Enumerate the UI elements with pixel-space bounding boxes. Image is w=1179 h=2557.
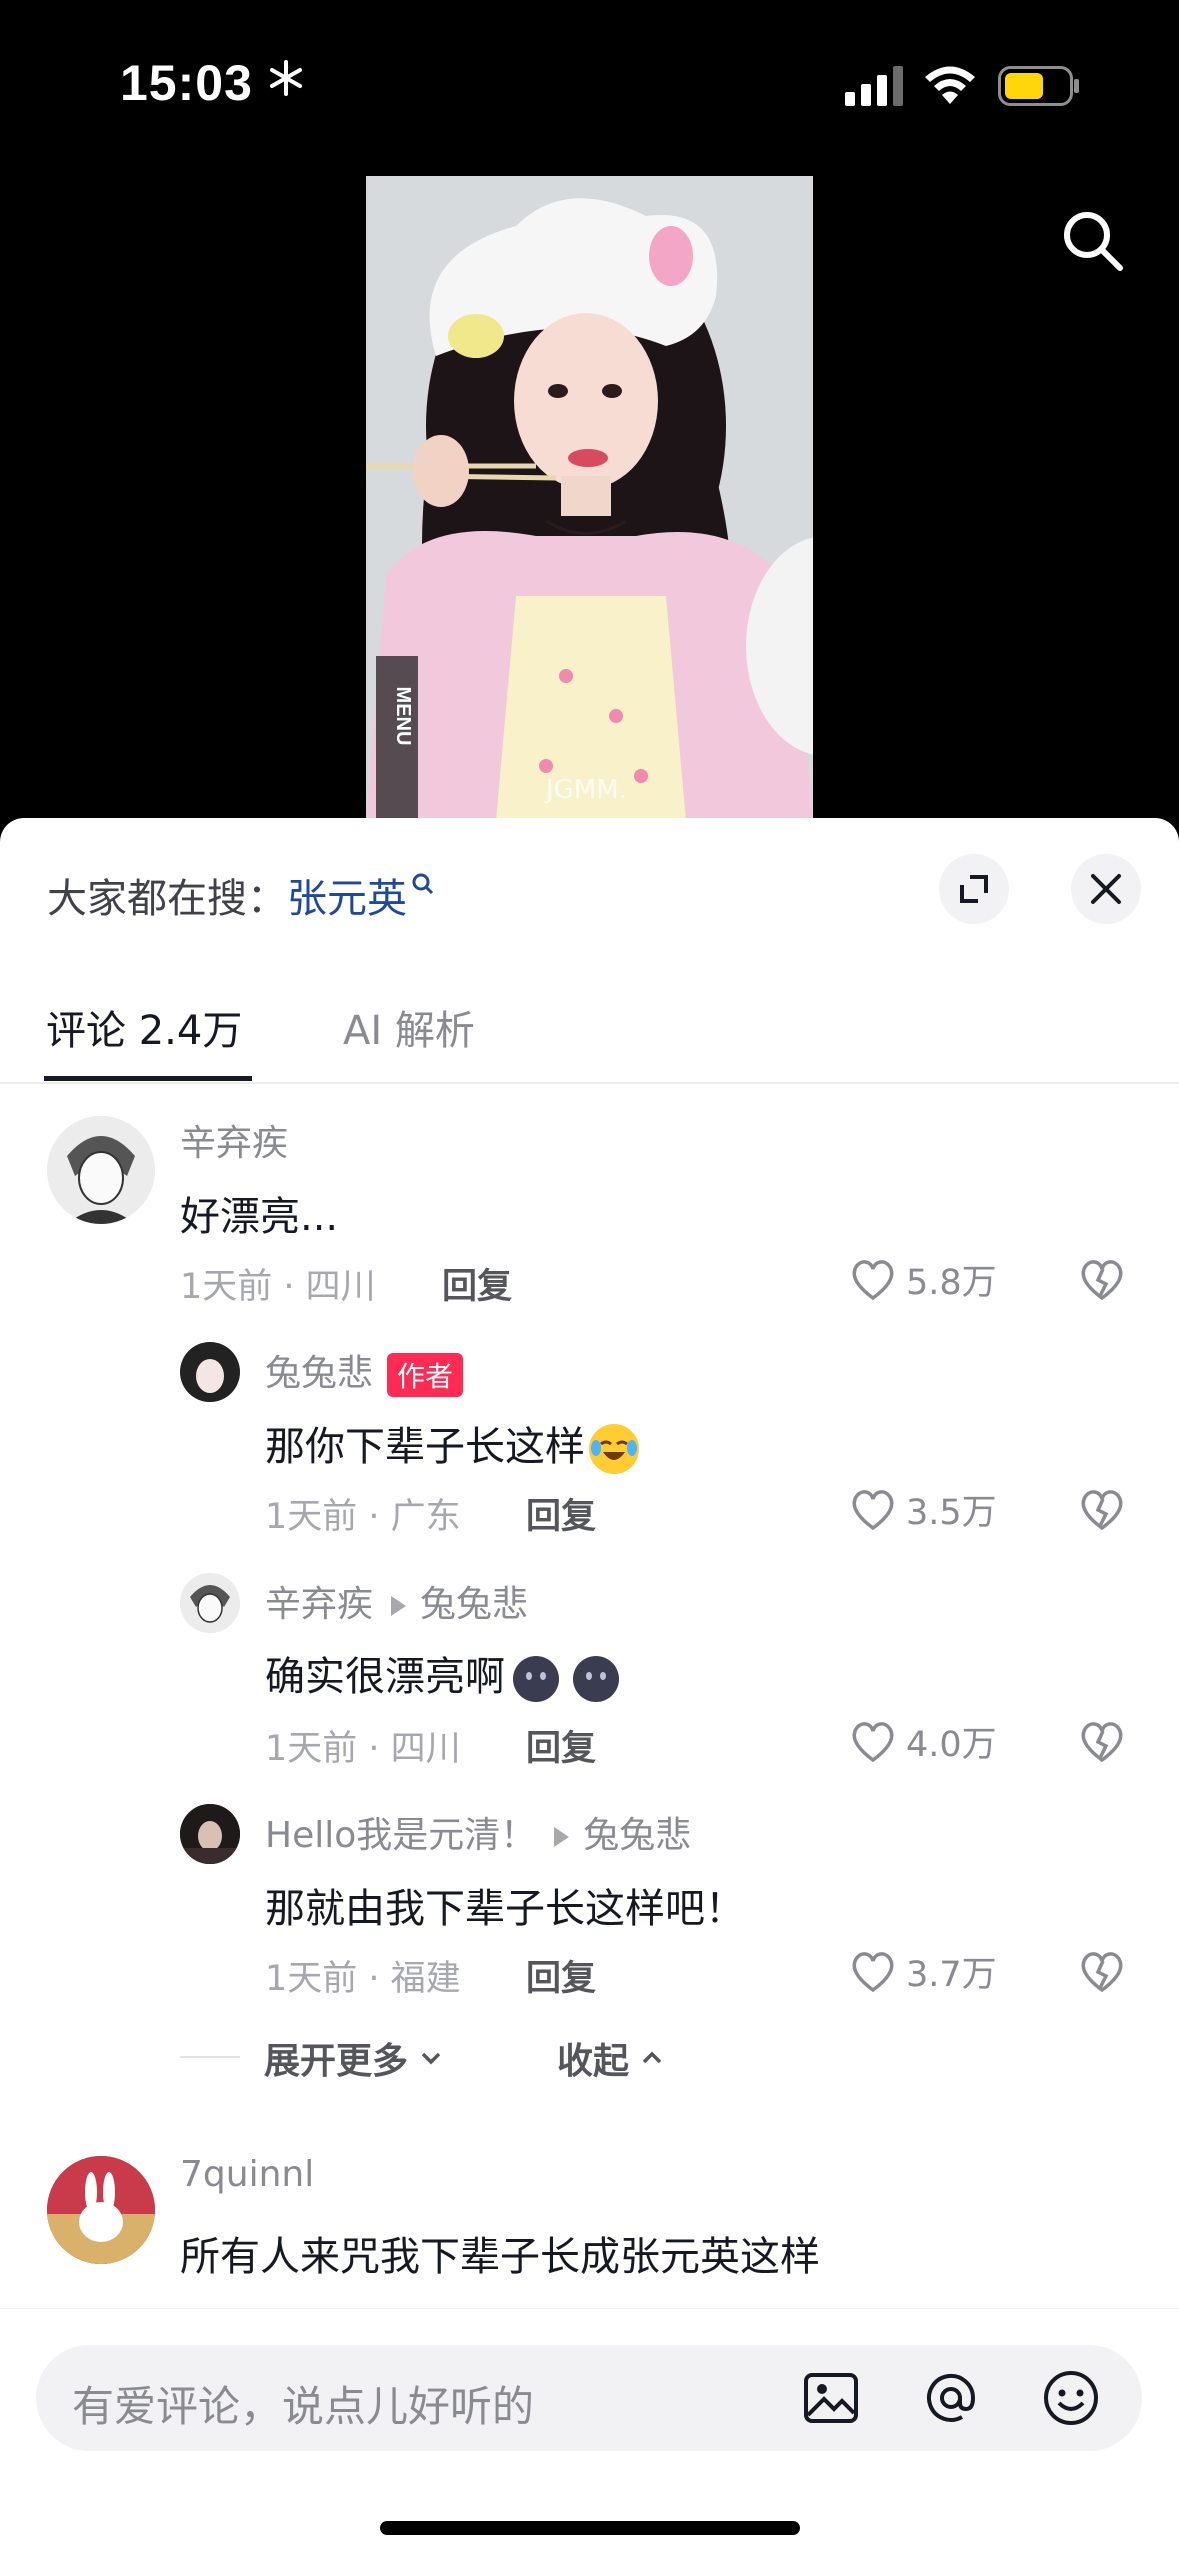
- comment-username[interactable]: 辛弃疾: [180, 1114, 288, 1166]
- dislike-icon[interactable]: [1079, 1488, 1125, 1532]
- reply-button[interactable]: 回复: [442, 1258, 512, 1309]
- search-suggestion[interactable]: 大家都在搜：张元英: [47, 866, 435, 924]
- like-button[interactable]: 3.7万: [850, 1946, 997, 1997]
- tab-bar: 评论 2.4万 AI 解析: [0, 978, 1179, 1084]
- avatar[interactable]: [47, 2156, 155, 2264]
- like-count: 5.8万: [906, 1263, 997, 1303]
- avatar-sketch-image: [180, 1573, 240, 1633]
- image-icon[interactable]: [800, 2367, 862, 2429]
- comment-input[interactable]: 有爱评论，说点儿好听的: [36, 2345, 1142, 2451]
- avatar-photo-image: [180, 1342, 240, 1402]
- avatar-sketch-image: [47, 1116, 155, 1224]
- search-suggestion-prefix: 大家都在搜：: [47, 876, 287, 922]
- like-button[interactable]: 3.5万: [850, 1484, 997, 1535]
- status-time: 15:03: [120, 55, 253, 111]
- comment-text: 所有人来咒我下辈子长成张元英这样: [180, 2234, 820, 2280]
- emoji-icon[interactable]: [1040, 2367, 1102, 2429]
- active-tab-indicator: [44, 1076, 252, 1081]
- heart-icon: [852, 1951, 894, 1992]
- dislike-icon[interactable]: [1079, 1950, 1125, 1994]
- cellular-signal-icon: [845, 66, 903, 106]
- search-icon[interactable]: [1058, 206, 1128, 276]
- reply-to-username[interactable]: 兔兔悲: [583, 1815, 691, 1856]
- reply-username[interactable]: 辛弃疾: [265, 1584, 373, 1625]
- reply-username-row: 兔兔悲 作者: [265, 1344, 464, 1397]
- heart-icon: [852, 1721, 894, 1762]
- reply-arrow-icon: [554, 1827, 570, 1847]
- reply-text: 确实很漂亮啊: [265, 1654, 505, 1700]
- reply-text: 那就由我下辈子长这样吧！: [265, 1886, 745, 1932]
- expand-icon: [960, 875, 988, 903]
- wifi-icon: [925, 66, 975, 104]
- dark-face-emoji-icon: [573, 1656, 619, 1702]
- video-overlay-text: JGMM.: [544, 775, 627, 805]
- reply-to-username[interactable]: 兔兔悲: [420, 1584, 528, 1625]
- laughing-crying-emoji-icon: [589, 1424, 639, 1474]
- home-indicator[interactable]: [380, 2521, 800, 2535]
- like-count: 3.7万: [906, 1955, 997, 1995]
- chevron-up-icon: [642, 2051, 662, 2064]
- comment-username[interactable]: 7quinnl: [180, 2154, 314, 2195]
- avatar[interactable]: [180, 1342, 240, 1402]
- status-bar: 15:03: [0, 0, 1179, 170]
- avatar[interactable]: [180, 1804, 240, 1864]
- tab-comments[interactable]: 评论 2.4万: [46, 998, 242, 1056]
- reply-meta: 1天前 · 广东: [265, 1497, 461, 1537]
- author-badge: 作者: [387, 1353, 464, 1397]
- tab-ai-analysis[interactable]: AI 解析: [343, 998, 475, 1056]
- close-button[interactable]: [1071, 854, 1141, 924]
- reply-button[interactable]: 回复: [526, 1720, 596, 1771]
- like-button[interactable]: 4.0万: [850, 1716, 997, 1767]
- dark-face-emoji-icon: [513, 1656, 559, 1702]
- avatar[interactable]: [47, 1116, 155, 1224]
- reply-text-row: 那你下辈子长这样: [265, 1414, 639, 1474]
- collapse-label: 收起: [557, 2041, 630, 2082]
- comment-input-placeholder: 有爱评论，说点儿好听的: [72, 2382, 535, 2431]
- reply-meta: 1天前 · 四川: [265, 1729, 461, 1769]
- reply-button[interactable]: 回复: [526, 1950, 596, 2001]
- expand-more-label: 展开更多: [264, 2041, 409, 2082]
- expand-more-button[interactable]: 展开更多: [264, 2032, 448, 2084]
- reply-username[interactable]: Hello我是元清！: [265, 1815, 536, 1856]
- snowflake-icon: [270, 60, 302, 96]
- reply-meta: 1天前 · 福建: [265, 1959, 461, 1999]
- svg-text:MENU: MENU: [392, 687, 414, 746]
- chevron-down-icon: [421, 2052, 441, 2065]
- reply-text-row: 确实很漂亮啊: [265, 1644, 619, 1702]
- comment-input-bar: 有爱评论，说点儿好听的: [0, 2308, 1179, 2557]
- avatar[interactable]: [180, 1573, 240, 1633]
- comment-meta: 1天前 · 四川: [180, 1267, 376, 1307]
- search-suggestion-keyword[interactable]: 张元英: [287, 876, 407, 922]
- battery-icon: [998, 66, 1079, 106]
- reply-button[interactable]: 回复: [526, 1488, 596, 1539]
- like-count: 4.0万: [906, 1725, 997, 1765]
- reply-username-row: 辛弃疾 兔兔悲: [265, 1575, 528, 1627]
- avatar-photo-image: [180, 1804, 240, 1864]
- like-button[interactable]: 5.8万: [850, 1254, 997, 1305]
- reply-text: 那你下辈子长这样: [265, 1424, 585, 1470]
- thread-divider: [180, 2056, 240, 2058]
- video-frame-illustration: MENU JGMM.: [366, 176, 813, 821]
- close-icon: [1091, 874, 1121, 904]
- video-thumbnail[interactable]: MENU JGMM.: [366, 176, 813, 821]
- dislike-icon[interactable]: [1079, 1720, 1125, 1764]
- reply-username[interactable]: 兔兔悲: [265, 1353, 373, 1394]
- fullscreen-button[interactable]: [939, 854, 1009, 924]
- reply-username-row: Hello我是元清！ 兔兔悲: [265, 1806, 691, 1858]
- comment-sheet: 大家都在搜：张元英 评论 2.4万 AI 解析 辛弃疾 好漂亮... 1天前 ·…: [0, 818, 1179, 2557]
- avatar-bunny-image: [47, 2156, 155, 2264]
- dislike-icon[interactable]: [1079, 1258, 1125, 1302]
- heart-icon: [852, 1489, 894, 1530]
- collapse-button[interactable]: 收起: [557, 2032, 669, 2084]
- small-search-icon: [412, 873, 434, 895]
- heart-icon: [852, 1259, 894, 1300]
- reply-arrow-icon: [391, 1596, 407, 1616]
- mention-icon[interactable]: [920, 2367, 982, 2429]
- comment-text: 好漂亮...: [180, 1194, 339, 1240]
- like-count: 3.5万: [906, 1493, 997, 1533]
